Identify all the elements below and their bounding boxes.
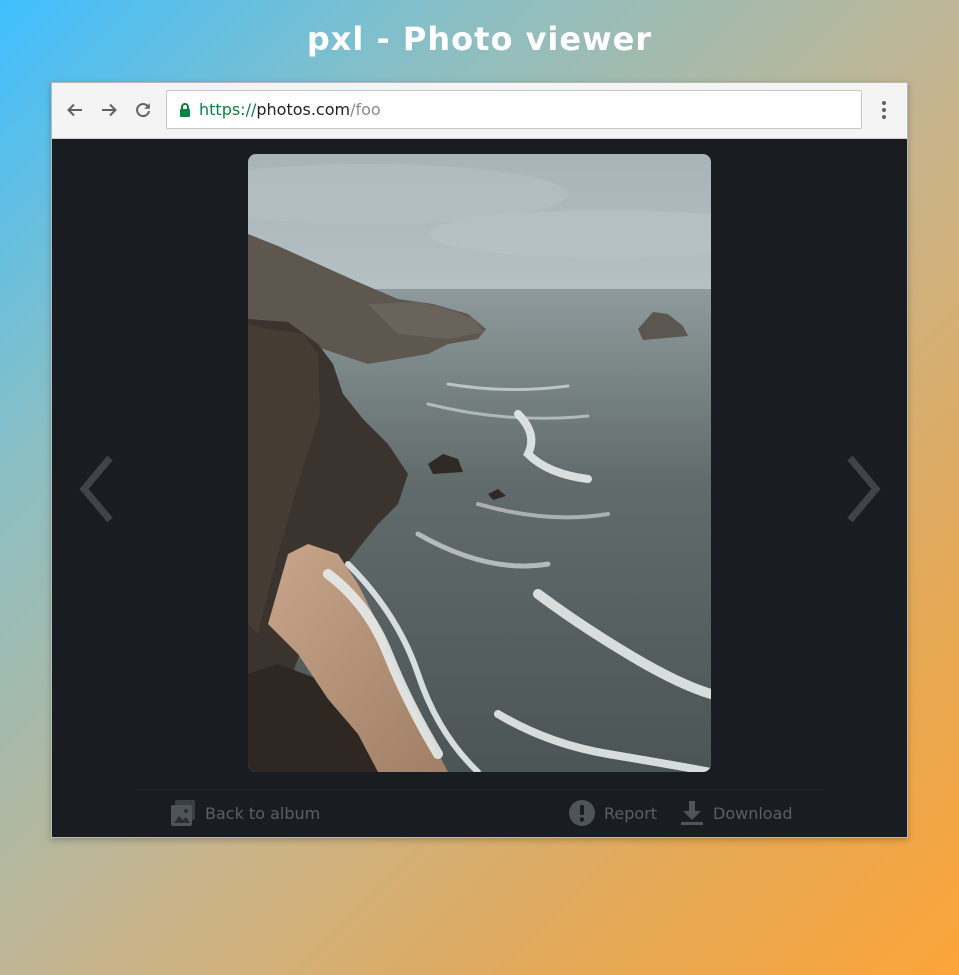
photo-image bbox=[248, 154, 711, 772]
address-bar[interactable]: https:// photos.com /foo bbox=[166, 90, 862, 129]
previous-photo-button[interactable] bbox=[66, 439, 126, 539]
reload-icon bbox=[136, 103, 150, 118]
actions-divider bbox=[137, 789, 823, 790]
back-to-album-label: Back to album bbox=[205, 803, 321, 823]
page-title: pxl - Photo viewer bbox=[306, 20, 653, 58]
next-photo-button[interactable] bbox=[834, 439, 894, 539]
download-icon bbox=[681, 801, 703, 825]
photo-viewer: Back to album Report Download bbox=[52, 139, 907, 837]
url-scheme: https:// bbox=[199, 100, 257, 119]
menu-button[interactable] bbox=[872, 97, 896, 123]
chevron-left-icon bbox=[79, 455, 113, 523]
more-vertical-icon bbox=[882, 101, 886, 119]
forward-button[interactable] bbox=[96, 97, 122, 123]
photo[interactable] bbox=[248, 154, 711, 772]
chevron-right-icon bbox=[847, 455, 881, 523]
alert-circle-icon bbox=[569, 800, 595, 826]
url-path: /foo bbox=[350, 100, 381, 119]
arrow-right-icon bbox=[102, 103, 117, 117]
browser-toolbar: https:// photos.com /foo bbox=[52, 83, 907, 139]
arrow-left-icon bbox=[67, 103, 82, 117]
download-button[interactable]: Download bbox=[680, 795, 793, 831]
report-button[interactable]: Report bbox=[569, 795, 657, 831]
report-label: Report bbox=[604, 803, 658, 823]
back-button[interactable] bbox=[62, 97, 88, 123]
download-label: Download bbox=[713, 803, 793, 823]
reload-button[interactable] bbox=[130, 97, 156, 123]
url-host: photos.com bbox=[256, 100, 351, 119]
back-to-album-button[interactable]: Back to album bbox=[170, 795, 320, 831]
browser-window: https:// photos.com /foo Back to album R… bbox=[51, 82, 908, 838]
lock-icon bbox=[179, 102, 191, 117]
album-icon bbox=[171, 800, 195, 826]
